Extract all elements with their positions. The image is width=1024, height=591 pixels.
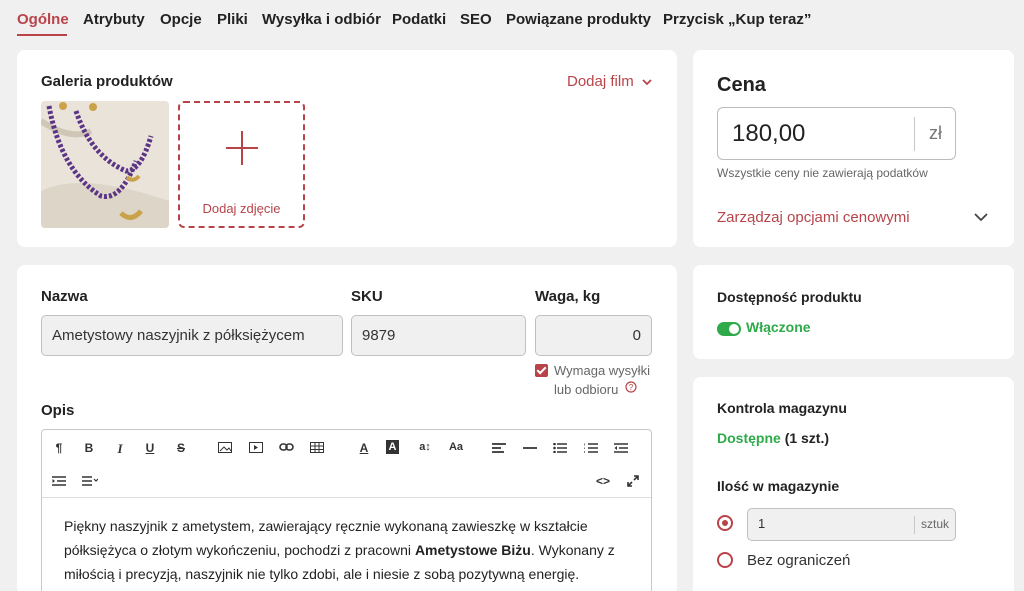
stock-count: (1 szt.) [784,430,830,446]
tab-general[interactable]: Ogólne [17,11,69,28]
necklace-photo-image [41,101,169,228]
sku-label: SKU [351,288,383,305]
tab-buy-now-button[interactable]: Przycisk „Kup teraz” [663,11,811,28]
inventory-title: Kontrola magazynu [717,400,847,416]
tab-bar: Ogólne Atrybuty Opcje Pliki Wysyłka i od… [0,0,1024,40]
editor-toolbar: ¶ B I U S A A a↕ Aa <> [42,430,651,498]
price-input[interactable]: 180,00 zł [717,107,956,160]
price-value: 180,00 [732,120,806,147]
active-tab-indicator [17,34,67,36]
tab-taxes[interactable]: Podatki [392,11,446,28]
requires-shipping-label-2: lub odbioru [554,382,619,397]
numbered-list-icon[interactable] [584,443,598,453]
chevron-down-icon[interactable] [973,212,989,222]
italic-icon[interactable]: I [111,441,129,457]
tab-attributes[interactable]: Atrybuty [83,11,145,28]
svg-text:?: ? [629,383,634,392]
add-photo-button[interactable]: Dodaj zdjęcie [178,101,305,228]
price-card: Cena 180,00 zł Wszystkie ceny nie zawier… [693,50,1014,247]
name-label: Nazwa [41,288,88,305]
tab-related-products[interactable]: Powiązane produkty [506,11,651,28]
font-size-icon[interactable]: a↕ [414,441,436,453]
horizontal-line-icon[interactable] [523,443,537,453]
gallery-card: Galeria produktów Dodaj film Dodaj zdjęc… [17,50,677,247]
underline-icon[interactable]: U [141,441,159,455]
background-color-icon[interactable]: A [386,440,399,454]
help-icon[interactable]: ? [625,381,637,393]
price-tax-note: Wszystkie ceny nie zawierają podatków [717,166,928,180]
unlimited-quantity-radio[interactable] [717,552,733,568]
weight-input[interactable]: 0 [535,315,652,356]
weight-label: Waga, kg [535,288,601,305]
gallery-title: Galeria produktów [41,73,173,90]
description-content[interactable]: Piękny naszyjnik z ametystem, zawierając… [64,514,634,586]
availability-toggle[interactable] [717,322,741,336]
tab-options[interactable]: Opcje [160,11,202,28]
code-view-icon[interactable]: <> [592,474,614,488]
link-icon[interactable] [279,442,294,452]
currency-label: zł [929,123,942,143]
table-icon[interactable] [310,442,324,453]
details-card: Nazwa SKU Waga, kg Ametystowy naszyjnik … [17,265,677,591]
text-case-icon[interactable]: Aa [445,441,467,453]
stock-unit-label: sztuk [921,517,950,531]
strikethrough-icon[interactable]: S [172,441,190,455]
product-photo[interactable] [41,101,169,228]
stock-quantity-title: Ilość w magazynie [717,478,840,494]
video-icon[interactable] [249,442,263,453]
description-label: Opis [41,402,75,419]
image-icon[interactable] [218,442,232,453]
chevron-down-icon [642,79,652,86]
sku-input[interactable]: 9879 [351,315,526,356]
outdent-icon[interactable] [614,443,628,453]
stock-status-available: Dostępne [717,430,781,446]
inventory-card: Kontrola magazynu Dostępne (1 szt.) Iloś… [693,377,1014,591]
add-photo-label: Dodaj zdjęcie [202,201,281,216]
price-title: Cena [717,74,766,96]
indent-icon[interactable] [52,476,66,486]
font-color-icon[interactable]: A [355,441,373,455]
fullscreen-icon[interactable] [627,475,639,487]
availability-state: Włączone [746,319,811,335]
add-video-link[interactable]: Dodaj film [567,73,652,90]
bullet-list-icon[interactable] [553,443,567,453]
availability-card: Dostępność produktu Włączone [693,265,1014,359]
requires-shipping-label: Wymaga wysyłki [554,363,650,378]
tab-shipping[interactable]: Wysyłka i odbiór [262,11,381,28]
manage-price-options-link[interactable]: Zarządzaj opcjami cenowymi [717,209,910,226]
line-height-icon[interactable] [82,476,98,486]
bold-icon[interactable]: B [80,441,98,455]
description-editor[interactable]: ¶ B I U S A A a↕ Aa <> Piękny naszyjnik … [41,429,652,591]
availability-title: Dostępność produktu [717,289,862,305]
description-bold-brand: Ametystowe Biżu [414,542,531,558]
unlimited-label: Bez ograniczeń [747,552,851,569]
limited-quantity-radio[interactable] [717,515,733,531]
tab-seo[interactable]: SEO [460,11,492,28]
name-input[interactable]: Ametystowy naszyjnik z półksiężycem [41,315,343,356]
tab-files[interactable]: Pliki [217,11,248,28]
stock-status: Dostępne (1 szt.) [717,430,829,446]
requires-shipping-checkbox[interactable] [535,364,548,377]
add-video-label: Dodaj film [567,73,634,90]
paragraph-icon[interactable]: ¶ [50,441,68,455]
stock-quantity-input[interactable]: 1 sztuk [747,508,956,541]
align-left-icon[interactable] [492,443,506,453]
